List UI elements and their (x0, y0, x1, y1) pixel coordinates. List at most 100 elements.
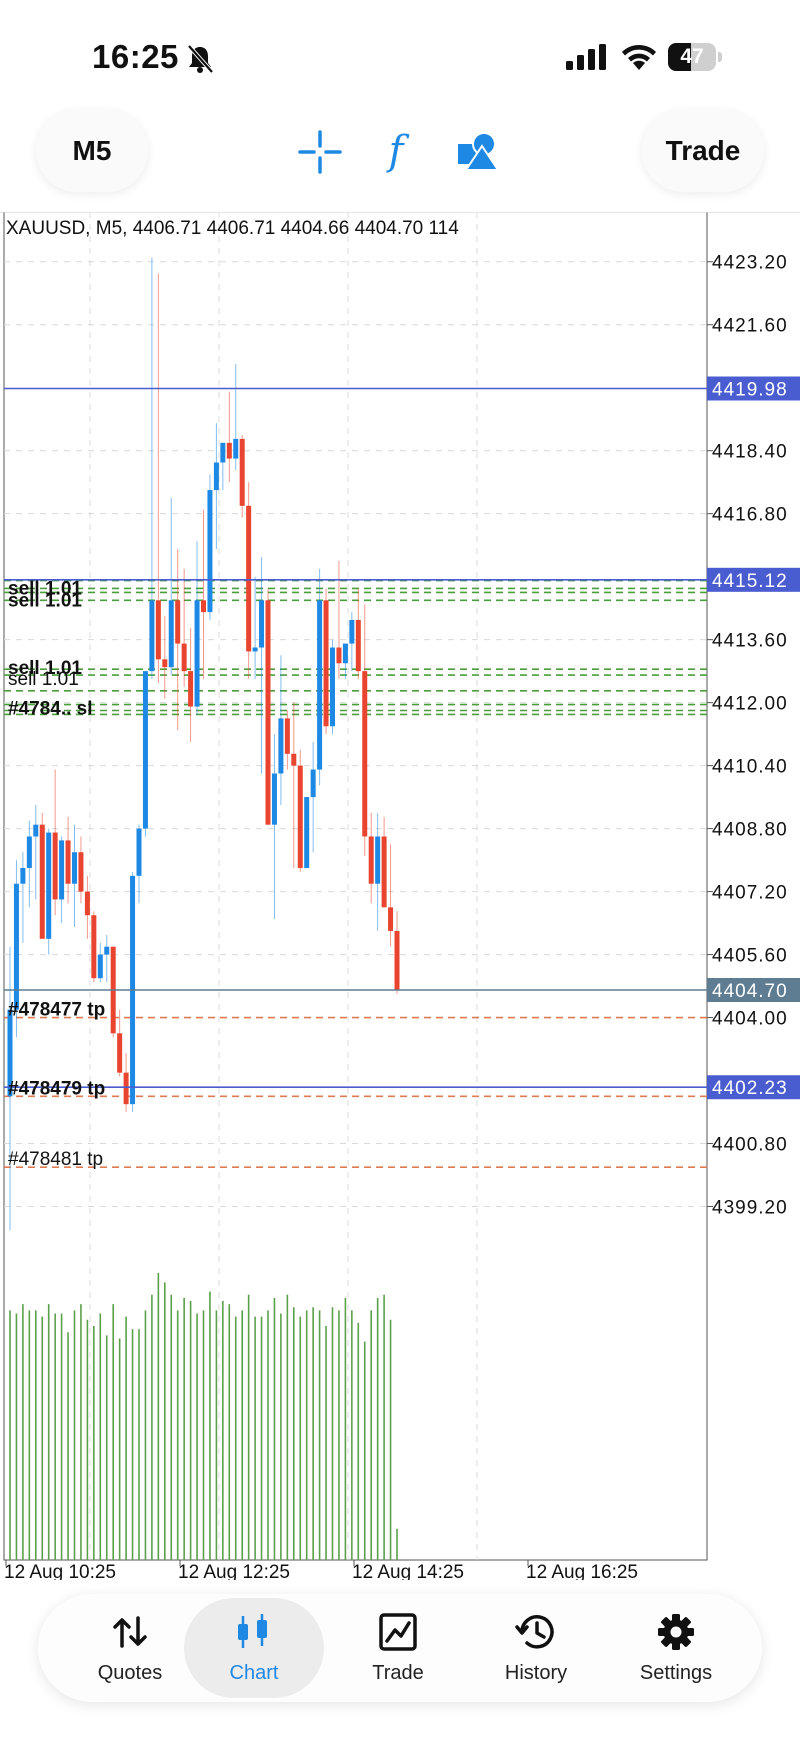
candle-body (394, 930, 400, 990)
candle-body (207, 490, 213, 613)
candle-body (39, 824, 45, 939)
objects-icon[interactable] (456, 130, 500, 174)
y-tick-label: 4408.80 (712, 820, 788, 841)
candle-body (239, 438, 245, 506)
y-tick-label: 4418.40 (712, 442, 788, 463)
battery-level: 47 (680, 45, 704, 68)
crosshair-icon[interactable] (298, 130, 342, 174)
candle-body (149, 600, 155, 672)
candle-body (220, 442, 226, 463)
nav-settings-label: Settings (639, 1662, 713, 1684)
stop-loss-label: #4784.. sl (8, 699, 93, 720)
nav-trade[interactable]: Trade (328, 1594, 468, 1702)
candle-body (233, 438, 239, 459)
cellular-signal-icon (566, 44, 606, 70)
candle-body (297, 765, 303, 868)
x-tick-label: 12 Aug 16:25 (526, 1562, 638, 1580)
candle-body (304, 797, 310, 868)
nav-history[interactable]: History (466, 1594, 606, 1702)
candle-body (123, 1072, 129, 1105)
take-profit-label: #478479 tp (8, 1078, 105, 1099)
candle-body (181, 643, 187, 672)
price-chart[interactable]: 4423.20 4421.60 4418.40 4416.80 4413.60 4412.… (0, 212, 800, 1580)
candle-body (252, 647, 258, 652)
bell-slash-icon (187, 44, 214, 74)
chart-icon (238, 1614, 267, 1648)
status-bar: 16:25 47 (0, 0, 800, 110)
candle-body (194, 600, 200, 707)
status-time: 16:25 (92, 38, 179, 75)
candle-body (355, 619, 361, 672)
trade-button[interactable]: Trade (642, 110, 764, 192)
lower-price-level-label: 4402.23 (712, 1078, 788, 1099)
candle-body (330, 647, 335, 727)
settings-icon (658, 1614, 694, 1650)
candle-body (362, 671, 368, 837)
battery-icon: 47 (668, 43, 724, 71)
nav-settings[interactable]: Settings (606, 1594, 746, 1702)
candle-body (104, 946, 110, 955)
candle-body (155, 600, 161, 660)
candle-body (259, 600, 265, 648)
candle-body (284, 718, 290, 754)
y-tick-label: 4405.60 (712, 946, 788, 967)
chart-canvas[interactable]: 4423.20 4421.60 4418.40 4416.80 4413.60 4412.… (0, 212, 800, 1580)
y-tick-label: 4416.80 (712, 505, 788, 526)
candle-body (278, 718, 284, 774)
candle-body (46, 832, 52, 939)
candle-body (168, 600, 174, 668)
candle-body (175, 600, 181, 644)
nav-quotes[interactable]: Quotes (60, 1594, 200, 1702)
candle-body (381, 836, 387, 908)
y-tick-label: 4412.00 (712, 694, 788, 715)
y-tick-label: 4421.60 (712, 316, 788, 337)
y-tick-label: 4410.40 (712, 757, 788, 778)
x-tick-label: 12 Aug 12:25 (178, 1562, 290, 1580)
candle-body (201, 600, 206, 613)
x-tick-label: 12 Aug 10:25 (4, 1562, 116, 1580)
x-tick-label: 12 Aug 14:25 (352, 1562, 464, 1580)
candle-body (246, 505, 252, 652)
nav-history-label: History (504, 1662, 568, 1684)
candle-body (65, 840, 71, 884)
candle-body (368, 836, 374, 884)
candle-body (323, 600, 329, 727)
candle-body (213, 462, 219, 491)
y-tick-label: 4423.20 (712, 253, 788, 274)
candle-body (117, 1033, 123, 1073)
y-tick-label: 4413.60 (712, 631, 788, 652)
candle-body (265, 600, 271, 825)
y-tick-label: 4400.80 (712, 1135, 788, 1156)
chart-toolbar: M5 f Trade (0, 110, 800, 210)
candle-body (162, 659, 168, 668)
candle-body (20, 867, 26, 884)
timeframe-button[interactable]: M5 (36, 110, 148, 192)
y-tick-label: 4407.20 (712, 883, 788, 904)
candle-body (78, 852, 84, 892)
take-profit-label: #478477 tp (8, 1000, 105, 1021)
y-tick-label: 4404.00 (712, 1009, 788, 1030)
candle-body (375, 836, 381, 884)
upper-price-level-label: 4419.98 (712, 380, 788, 401)
candle-body (59, 840, 65, 900)
candle-body (271, 773, 277, 825)
candle-body (291, 753, 297, 766)
trade-icon (379, 1613, 417, 1651)
candle-body (52, 832, 58, 900)
candle-body (188, 671, 194, 707)
candle-body (26, 836, 32, 868)
sell-order-label: sell 1.01 (8, 590, 82, 611)
mid-price-level-label: 4415.12 (712, 571, 788, 592)
take-profit-label: #478481 tp (8, 1149, 103, 1170)
candle-body (91, 915, 97, 979)
bid-price-level-label: 4404.70 (712, 981, 788, 1002)
candle-body (226, 442, 232, 459)
wifi-icon (622, 44, 656, 70)
candle-body (97, 954, 103, 979)
nav-trade-label: Trade (372, 1662, 424, 1684)
candle-body (317, 600, 323, 770)
candle-body (336, 647, 342, 664)
chart-header: XAUUSD, M5, 4406.71 4406.71 4404.66 4404… (6, 218, 459, 239)
nav-chart[interactable]: Chart (184, 1598, 324, 1698)
indicator-icon[interactable]: f (376, 128, 416, 174)
